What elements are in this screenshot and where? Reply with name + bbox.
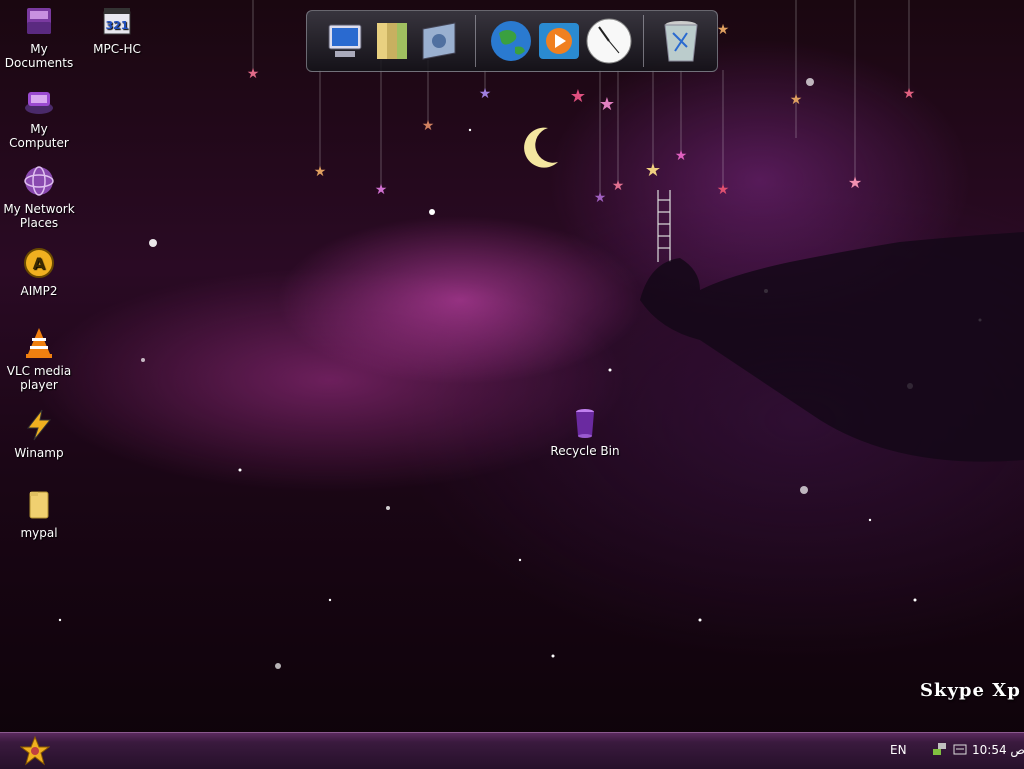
svg-text:★: ★: [903, 86, 916, 102]
desktop-icon-winamp[interactable]: Winamp: [0, 408, 78, 460]
network-places-icon: [24, 166, 54, 196]
svg-text:★: ★: [594, 190, 607, 206]
svg-text:★: ★: [675, 148, 688, 164]
svg-text:★: ★: [314, 164, 327, 180]
dock-separator: [643, 15, 644, 67]
vlc-icon: [26, 328, 52, 358]
crescent-moon: [524, 127, 558, 168]
network-tray-icon[interactable]: [932, 741, 948, 757]
svg-text:★: ★: [717, 182, 730, 198]
desktop-icon-label: mypal: [20, 526, 58, 540]
language-indicator[interactable]: EN: [890, 743, 907, 757]
mpc-hc-icon: 321: [103, 8, 131, 35]
clock-icon[interactable]: [585, 17, 633, 65]
ladder: [657, 190, 671, 262]
trash-icon[interactable]: [657, 17, 705, 65]
control-panel-icon[interactable]: [415, 17, 463, 65]
documents-folder-icon[interactable]: [369, 17, 417, 65]
svg-text:★: ★: [479, 86, 492, 102]
horsehead-silhouette: [640, 232, 1024, 462]
wallpaper: ★ ★ ★ ★ ★ ★ ★ ★ ★ ★ ★ ★ ★ ★ ★ ★: [58, 0, 1024, 669]
globe-browser-icon[interactable]: [487, 17, 535, 65]
desktop-icon-mypal[interactable]: mypal: [0, 488, 78, 540]
desktop-icon-label: Winamp: [14, 446, 64, 460]
start-button[interactable]: [20, 736, 50, 766]
svg-text:★: ★: [645, 160, 661, 181]
desktop-icon-my-computer[interactable]: My Computer: [0, 84, 78, 150]
desktop-icon-label: VLC media player: [6, 364, 72, 392]
computer-icon[interactable]: [321, 17, 369, 65]
desktop-icon-label: AIMP2: [20, 284, 58, 298]
desktop-icon-my-documents[interactable]: My Documents: [0, 4, 78, 70]
svg-text:★: ★: [717, 22, 730, 38]
svg-text:★: ★: [848, 173, 862, 192]
system-tray: EN 10:54 ص: [874, 733, 1024, 769]
desktop-icon-label: My Computer: [9, 122, 69, 150]
clock-time: 10:54: [972, 743, 1007, 757]
svg-text:A: A: [33, 254, 46, 273]
desktop-icon-my-network-places[interactable]: My Network Places: [0, 164, 78, 230]
desktop-icon-vlc[interactable]: VLC media player: [0, 326, 78, 392]
winamp-icon: [26, 409, 52, 441]
desktop-icon-aimp2[interactable]: A AIMP2: [0, 246, 78, 298]
svg-text:★: ★: [790, 92, 803, 108]
recycle-bin-icon: [576, 409, 594, 438]
my-computer-icon: [25, 92, 53, 114]
svg-text:321: 321: [106, 19, 129, 32]
svg-text:★: ★: [599, 94, 615, 115]
desktop-icon-recycle-bin[interactable]: Recycle Bin: [546, 406, 624, 458]
dock-separator: [475, 15, 476, 67]
svg-text:★: ★: [375, 182, 388, 198]
svg-text:★: ★: [422, 118, 435, 134]
taskbar-clock[interactable]: 10:54 ص: [972, 743, 1024, 757]
dock: [306, 10, 718, 72]
desktop-icon-label: MPC-HC: [93, 42, 141, 56]
clock-ampm: ص: [1010, 743, 1024, 757]
desktop-icon-label: Recycle Bin: [550, 444, 620, 458]
svg-text:★: ★: [247, 66, 260, 82]
svg-text:★: ★: [570, 86, 586, 107]
svg-text:★: ★: [612, 178, 625, 194]
desktop-icon-mpc-hc[interactable]: 321 MPC-HC: [78, 4, 156, 56]
aimp2-icon: A: [24, 248, 54, 278]
volume-tray-icon[interactable]: [952, 741, 968, 757]
folder-icon: [29, 491, 49, 519]
skype-xp-watermark: Skype Xp: [920, 680, 1021, 701]
my-documents-icon: [27, 8, 51, 34]
desktop-icon-label: My Documents: [4, 42, 74, 70]
taskbar: EN 10:54 ص: [0, 732, 1024, 769]
desktop-icon-label: My Network Places: [3, 202, 75, 230]
media-player-icon[interactable]: [535, 17, 583, 65]
